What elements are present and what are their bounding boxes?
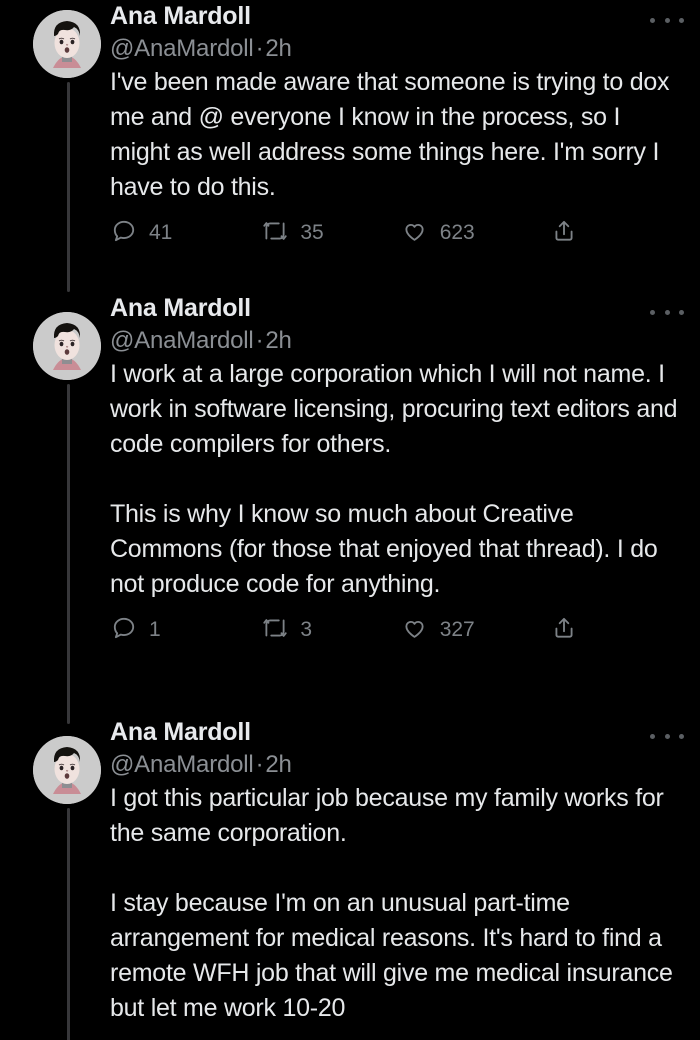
retweet-count: 3 bbox=[300, 617, 312, 641]
retweet-button[interactable]: 3 bbox=[261, 614, 400, 642]
like-count: 623 bbox=[439, 220, 475, 244]
avatar[interactable] bbox=[33, 736, 101, 804]
more-dot bbox=[664, 309, 670, 315]
author-display-name[interactable]: Ana Mardoll bbox=[110, 716, 680, 749]
share-button[interactable] bbox=[550, 614, 590, 642]
reply-button[interactable]: 41 bbox=[110, 217, 261, 245]
tweet-body: Ana Mardoll @AnaMardoll·2h I've been mad… bbox=[110, 0, 688, 292]
retweet-icon bbox=[261, 614, 289, 642]
more-dot bbox=[650, 733, 655, 739]
tweet-timestamp[interactable]: 2h bbox=[265, 35, 291, 62]
more-dot bbox=[679, 733, 684, 739]
like-heart-icon bbox=[401, 217, 429, 245]
avatar[interactable] bbox=[33, 312, 101, 380]
like-button[interactable]: 327 bbox=[401, 614, 550, 642]
more-options-icon[interactable] bbox=[650, 302, 684, 322]
tweet-gutter bbox=[0, 0, 110, 292]
tweet-text: I work at a large corporation which I wi… bbox=[110, 360, 678, 598]
avatar-illustration bbox=[33, 10, 101, 78]
tweet-gutter bbox=[0, 292, 110, 724]
separator-dot: · bbox=[255, 35, 264, 62]
tweet-timestamp[interactable]: 2h bbox=[265, 327, 291, 354]
tweet-item[interactable]: Ana Mardoll @AnaMardoll·2h I've been mad… bbox=[0, 0, 700, 292]
author-display-name[interactable]: Ana Mardoll bbox=[110, 0, 680, 33]
author-names: Ana Mardoll @AnaMardoll·2h bbox=[110, 716, 680, 781]
thread-connector-line bbox=[67, 82, 70, 292]
reply-icon bbox=[110, 217, 138, 245]
thread-connector-line bbox=[67, 384, 70, 724]
reply-count: 1 bbox=[149, 617, 161, 641]
author-handle-row: @AnaMardoll·2h bbox=[110, 749, 680, 781]
author-names: Ana Mardoll @AnaMardoll·2h bbox=[110, 292, 680, 357]
tweet-timestamp[interactable]: 2h bbox=[265, 751, 291, 778]
retweet-icon bbox=[261, 217, 289, 245]
tweet-item[interactable]: Ana Mardoll @AnaMardoll·2h I got this pa… bbox=[0, 716, 700, 1040]
author-handle[interactable]: @AnaMardoll bbox=[110, 35, 254, 62]
tweet-actions: 41 35 623 bbox=[110, 209, 590, 253]
more-dot bbox=[679, 17, 684, 23]
share-icon bbox=[550, 217, 578, 245]
more-options-icon[interactable] bbox=[650, 10, 684, 30]
like-count: 327 bbox=[439, 617, 475, 641]
more-dot bbox=[679, 309, 684, 315]
more-options-icon[interactable] bbox=[650, 726, 684, 746]
more-dot bbox=[664, 733, 670, 739]
share-icon bbox=[550, 614, 578, 642]
like-heart-icon bbox=[401, 614, 429, 642]
thread-container: Ana Mardoll @AnaMardoll·2h I've been mad… bbox=[0, 0, 700, 1040]
author-names: Ana Mardoll @AnaMardoll·2h bbox=[110, 0, 680, 65]
more-dot bbox=[664, 17, 670, 23]
tweet-body: Ana Mardoll @AnaMardoll·2h I got this pa… bbox=[110, 716, 688, 1040]
more-dot bbox=[650, 309, 655, 315]
share-button[interactable] bbox=[550, 217, 590, 245]
tweet-header: Ana Mardoll @AnaMardoll·2h bbox=[110, 716, 684, 781]
retweet-button[interactable]: 35 bbox=[261, 217, 400, 245]
author-display-name[interactable]: Ana Mardoll bbox=[110, 292, 680, 325]
reply-button[interactable]: 1 bbox=[110, 614, 261, 642]
tweet-item[interactable]: Ana Mardoll @AnaMardoll·2h I work at a l… bbox=[0, 292, 700, 724]
tweet-body: Ana Mardoll @AnaMardoll·2h I work at a l… bbox=[110, 292, 688, 716]
author-handle-row: @AnaMardoll·2h bbox=[110, 325, 680, 357]
like-button[interactable]: 623 bbox=[401, 217, 550, 245]
separator-dot: · bbox=[255, 327, 264, 354]
more-dot bbox=[650, 17, 655, 23]
tweet-text: I've been made aware that someone is try… bbox=[110, 68, 676, 201]
separator-dot: · bbox=[255, 751, 264, 778]
retweet-count: 35 bbox=[300, 220, 324, 244]
author-handle[interactable]: @AnaMardoll bbox=[110, 751, 254, 778]
tweet-header: Ana Mardoll @AnaMardoll·2h bbox=[110, 292, 684, 357]
tweet-text: I got this particular job because my fam… bbox=[110, 784, 673, 1022]
tweet-header: Ana Mardoll @AnaMardoll·2h bbox=[110, 0, 684, 65]
tweet-gutter bbox=[0, 716, 110, 1040]
thread-connector-line bbox=[67, 808, 70, 1040]
reply-count: 41 bbox=[149, 220, 173, 244]
avatar[interactable] bbox=[33, 10, 101, 78]
avatar-illustration bbox=[33, 736, 101, 804]
avatar-illustration bbox=[33, 312, 101, 380]
reply-icon bbox=[110, 614, 138, 642]
tweet-actions: 1 3 327 bbox=[110, 606, 590, 650]
author-handle-row: @AnaMardoll·2h bbox=[110, 33, 680, 65]
author-handle[interactable]: @AnaMardoll bbox=[110, 327, 254, 354]
